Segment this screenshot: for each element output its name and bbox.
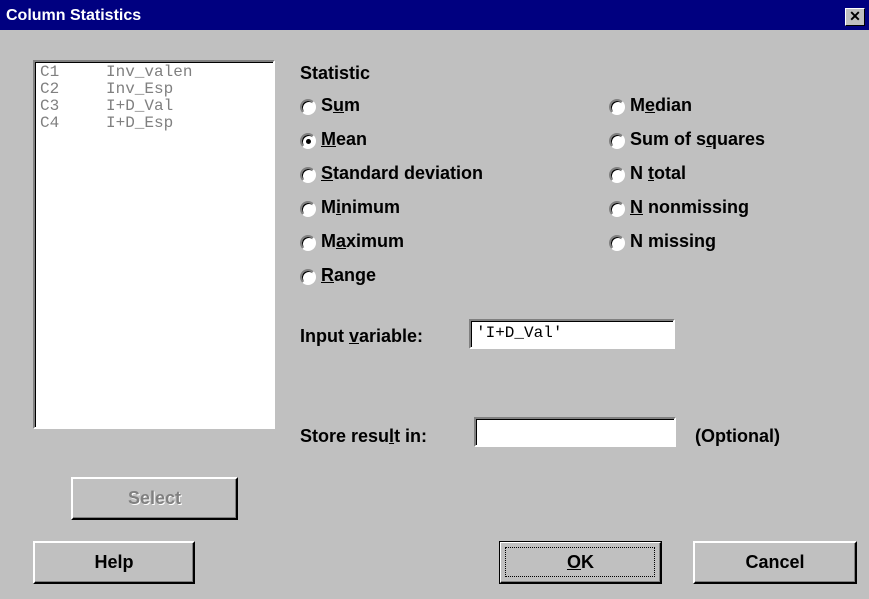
- radio-standard-deviation-indicator: [300, 167, 316, 183]
- store-result-field[interactable]: [474, 417, 676, 447]
- help-button[interactable]: Help: [33, 541, 195, 584]
- optional-note: (Optional): [695, 426, 780, 446]
- variable-name: I+D_Esp: [106, 114, 174, 132]
- window-title: Column Statistics: [6, 7, 142, 24]
- ok-button[interactable]: OK: [499, 541, 662, 584]
- variable-name: Inv_valen: [106, 63, 193, 81]
- variable-id: C2: [40, 80, 60, 98]
- variable-id: C1: [40, 63, 60, 81]
- radio-n-total-label: N total: [630, 163, 687, 183]
- radio-n-total-indicator: [609, 167, 625, 183]
- focus-rectangle: [505, 547, 655, 577]
- radio-sum-of-squares-label: Sum of squares: [630, 129, 766, 149]
- column-statistics-dialog: Column Statistics ✕ C1 Inv_valen C2 Inv_…: [0, 0, 869, 599]
- radio-n-nonmissing-indicator: [609, 201, 625, 217]
- radio-sum-indicator: [300, 99, 316, 115]
- radio-sum-of-squares-indicator: [609, 133, 625, 149]
- statistic-heading: Statistic: [300, 63, 371, 83]
- radio-n-missing-indicator: [609, 235, 625, 251]
- radio-range-label: Range: [321, 265, 377, 285]
- radio-median-label: Median: [630, 95, 693, 115]
- radio-range-indicator: [300, 269, 316, 285]
- radio-minimum-indicator: [300, 201, 316, 217]
- radio-mean-indicator: [300, 133, 316, 149]
- variable-name: I+D_Val: [106, 97, 174, 115]
- input-variable-label: Input variable:: [300, 326, 424, 346]
- radio-sum-label: Sum: [321, 95, 361, 115]
- variable-name: Inv_Esp: [106, 80, 174, 98]
- radio-median-indicator: [609, 99, 625, 115]
- close-icon[interactable]: ✕: [845, 8, 865, 26]
- title-bar: Column Statistics ✕: [0, 0, 869, 30]
- radio-mean-label: Mean: [321, 129, 368, 149]
- radio-n-nonmissing-label: N nonmissing: [630, 197, 750, 217]
- radio-minimum-label: Minimum: [321, 197, 401, 217]
- select-button[interactable]: Select: [71, 477, 238, 520]
- radio-n-missing-label: N missing: [630, 231, 717, 251]
- variable-id: C4: [40, 114, 60, 132]
- variable-id: C3: [40, 97, 60, 115]
- radio-standard-deviation-label: Standard deviation: [321, 163, 484, 183]
- input-variable-field[interactable]: 'I+D_Val': [469, 319, 675, 349]
- radio-maximum-label: Maximum: [321, 231, 405, 251]
- radio-maximum-indicator: [300, 235, 316, 251]
- store-result-label: Store result in:: [300, 426, 428, 446]
- cancel-button[interactable]: Cancel: [693, 541, 857, 584]
- variable-list[interactable]: C1 Inv_valen C2 Inv_Esp C3 I+D_Val C4 I+…: [33, 60, 275, 429]
